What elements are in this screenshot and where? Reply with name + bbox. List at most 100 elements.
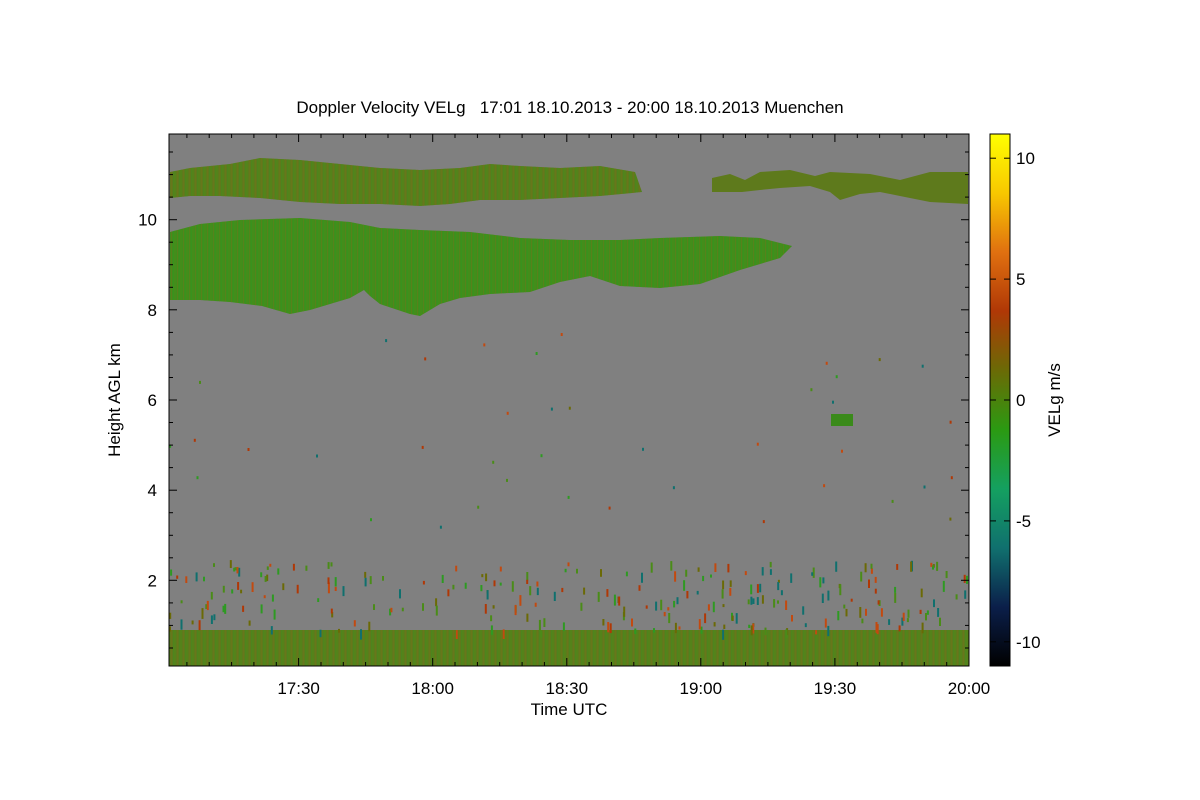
boundary-layer-texture	[169, 630, 969, 666]
speckle	[191, 620, 194, 625]
speckle	[930, 562, 933, 567]
speckle	[845, 608, 848, 617]
speckle	[702, 575, 705, 582]
speckle	[553, 591, 556, 601]
speckle	[804, 623, 807, 628]
speckle	[676, 597, 679, 605]
speckle	[270, 626, 273, 635]
speckle	[668, 613, 671, 624]
speckle	[926, 610, 929, 615]
colorbar-tick-label: 10	[1016, 149, 1035, 168]
speckle	[810, 388, 813, 392]
speckle	[696, 590, 699, 595]
speckle	[822, 577, 825, 584]
speckle	[722, 629, 725, 640]
speckle	[486, 590, 489, 600]
speckle	[819, 577, 822, 588]
speckle	[564, 568, 567, 573]
speckle	[843, 604, 846, 609]
speckle	[185, 576, 188, 583]
speckle	[756, 442, 759, 446]
speckle	[756, 584, 759, 593]
speckle	[727, 563, 730, 573]
speckle	[631, 618, 633, 627]
speckle	[550, 407, 553, 411]
speckle	[439, 525, 442, 529]
speckle	[390, 607, 393, 613]
speckle	[750, 625, 753, 636]
speckle	[919, 609, 922, 614]
speckle	[722, 580, 725, 590]
speckle	[870, 568, 873, 574]
speckle	[526, 572, 529, 581]
y-tick-label: 4	[148, 481, 157, 500]
speckle	[667, 607, 670, 611]
speckle	[483, 343, 486, 347]
speckle	[441, 574, 444, 583]
speckle	[481, 574, 484, 578]
speckle	[224, 603, 227, 614]
speckle	[506, 478, 508, 482]
speckle	[576, 568, 578, 574]
speckle	[735, 613, 738, 624]
speckle	[269, 563, 272, 567]
speckle	[319, 629, 322, 638]
doppler-velocity-chart: 17:30 18:00 18:30 19:00 19:30 20:00 2 4 6 8 10 Ti…	[105, 133, 1064, 719]
speckle	[196, 476, 199, 480]
speckle	[811, 572, 814, 576]
speckle	[907, 609, 910, 618]
speckle	[655, 601, 658, 611]
speckle	[327, 582, 330, 594]
plot-background	[169, 134, 969, 666]
speckle	[526, 613, 529, 622]
speckle	[791, 615, 793, 622]
speckle	[864, 563, 867, 573]
speckle	[821, 593, 824, 603]
y-tick-label: 8	[148, 301, 157, 320]
speckle	[317, 598, 320, 602]
speckle	[490, 625, 493, 635]
speckle	[722, 604, 725, 608]
speckle	[422, 580, 425, 585]
speckle	[910, 561, 913, 572]
speckle	[964, 590, 967, 599]
speckle	[514, 604, 517, 616]
speckle	[263, 595, 266, 599]
speckle	[580, 602, 583, 611]
speckle	[933, 599, 935, 608]
speckle	[761, 595, 764, 604]
speckle	[499, 566, 502, 572]
speckle	[424, 357, 427, 361]
speckle	[859, 607, 862, 618]
x-tick-label: 18:00	[411, 679, 454, 698]
speckle	[606, 589, 609, 597]
speckle	[583, 587, 586, 595]
speckle	[435, 605, 438, 616]
speckle	[683, 580, 686, 591]
speckle	[827, 590, 830, 601]
speckle	[937, 608, 940, 617]
speckle	[888, 619, 891, 625]
speckle	[773, 599, 776, 608]
speckle	[790, 573, 793, 583]
speckle	[898, 625, 901, 632]
x-axis-label: Time UTC	[531, 700, 608, 719]
speckle	[210, 591, 213, 600]
speckle	[499, 582, 502, 586]
speckle	[949, 517, 952, 521]
speckle	[641, 572, 643, 583]
x-tick-label: 18:30	[546, 679, 589, 698]
speckle	[896, 564, 899, 570]
speckle	[891, 499, 894, 503]
speckle	[334, 577, 337, 587]
speckle	[484, 604, 487, 614]
speckle	[607, 622, 610, 633]
speckle	[327, 562, 330, 569]
speckle	[678, 626, 681, 630]
speckle	[874, 588, 877, 594]
speckle	[894, 586, 897, 593]
speckle	[839, 584, 842, 596]
speckle	[534, 602, 537, 607]
speckle	[686, 591, 689, 599]
speckle	[229, 560, 232, 568]
